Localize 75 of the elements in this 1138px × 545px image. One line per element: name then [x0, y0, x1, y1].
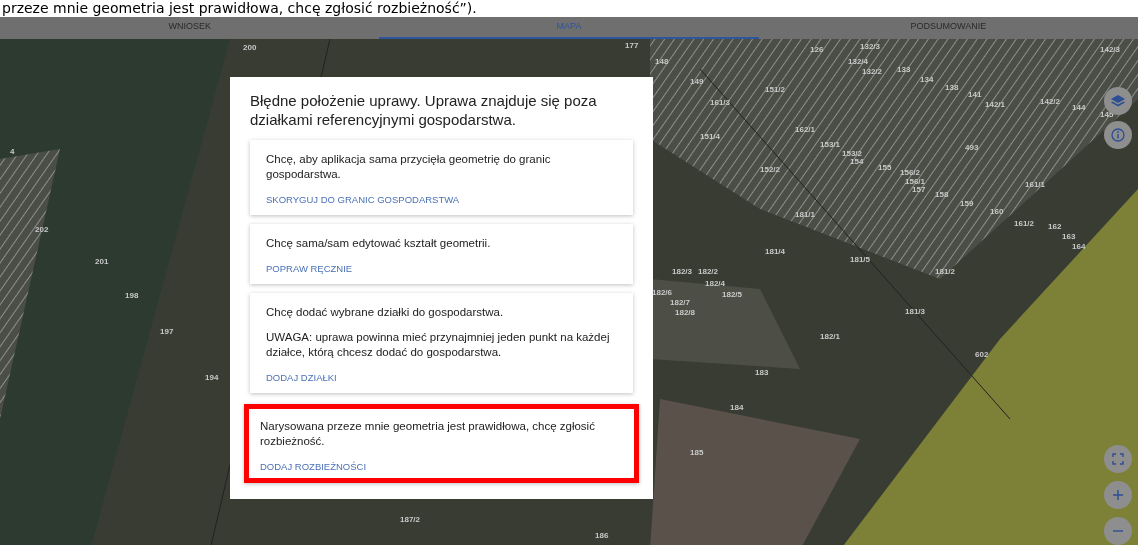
parcel-label: 160 — [990, 207, 1004, 216]
action-link[interactable]: DODAJ DZIAŁKI — [266, 370, 337, 385]
parcel-label: 197 — [160, 327, 174, 336]
parcel-label: 126 — [810, 45, 824, 54]
action-link[interactable]: SKORYGUJ DO GRANIC GOSPODARSTWA — [266, 192, 460, 207]
parcel-label: 182/8 — [675, 308, 696, 317]
parcel-label: 132/3 — [860, 42, 881, 51]
parcel-label: 134 — [920, 75, 934, 84]
parcel-label: 132/2 — [862, 67, 883, 76]
parcel-label: 132/4 — [848, 57, 869, 66]
parcel-label: 142/3 — [1100, 45, 1121, 54]
parcel-label: 187/2 — [400, 515, 421, 524]
parcel-label: 149 — [690, 77, 704, 86]
parcel-label: 158 — [935, 190, 949, 199]
parcel-label: 182/5 — [722, 290, 743, 299]
parcel-label: 182/4 — [705, 279, 726, 288]
tab[interactable]: WNIOSEK — [0, 17, 380, 39]
parcel-label: 182/6 — [652, 288, 673, 297]
parcel-label: 198 — [125, 291, 139, 300]
parcel-label: 159 — [960, 199, 974, 208]
option-text: Narysowana przeze mnie geometria jest prawidłowa, chcę zgłosić rozbieżność. — [260, 419, 596, 449]
parcel-label: 181/2 — [935, 267, 956, 276]
parcel-label: 200 — [243, 43, 257, 52]
dialog-title: Błędne położenie uprawy. Uprawa znajduje się poza działkami referencyjnymi gospodarstwa. — [250, 91, 598, 129]
parcel-label: 164 — [1072, 242, 1086, 251]
parcel-label: 138 — [945, 83, 959, 92]
parcel-label: 183 — [755, 368, 769, 377]
parcel-label: 4 — [10, 147, 15, 156]
parcel-label: 156/1 — [905, 177, 926, 186]
parcel-label: 162 — [1048, 222, 1062, 231]
action-link[interactable]: POPRAW RĘCZNIE — [266, 261, 353, 276]
parcel-label: 602 — [975, 350, 989, 359]
parcel-label: 184 — [730, 403, 744, 412]
parcel-label: 161/2 — [1014, 219, 1035, 228]
parcel-label: 202 — [35, 225, 49, 234]
parcel-label: 153/2 — [842, 149, 863, 158]
parcel-label: 151/4 — [700, 132, 721, 141]
option-text: UWAGA: uprawa powinna mieć przynajmniej jeden punkt na każdej działce, którą chcesz dodać do gospodarstwa. — [266, 330, 611, 360]
parcel-label: 194 — [205, 373, 219, 382]
option-text: Chcę, aby aplikacja sama przycięła geometrię do granic gospodarstwa. — [266, 152, 552, 182]
parcel-label: 181/4 — [765, 247, 786, 256]
parcel-label: 161/3 — [710, 98, 731, 107]
parcel-label: 161/1 — [1025, 180, 1046, 189]
parcel-label: 155 — [878, 163, 892, 172]
parcel-label: 181/3 — [905, 307, 926, 316]
parcel-label: 142/1 — [985, 100, 1006, 109]
parcel-label: 152/2 — [760, 165, 781, 174]
parcel-label: 201 — [95, 257, 109, 266]
parcel-label: 181/1 — [795, 210, 816, 219]
parcel-label: 493 — [965, 143, 979, 152]
parcel-label: 182/3 — [672, 267, 693, 276]
parcel-label: 163 — [1062, 232, 1076, 241]
parcel-label: 141 — [968, 90, 982, 99]
parcel-label: 185 — [690, 448, 704, 457]
parcel-label: 182/2 — [698, 267, 719, 276]
parcel-label: 186 — [595, 531, 609, 540]
parcel-label: 157 — [912, 185, 926, 194]
parcel-label: 182/1 — [820, 332, 841, 341]
option-text: Chcę dodać wybrane działki do gospodarstwa. — [266, 305, 505, 320]
parcel-label: 181/5 — [850, 255, 871, 264]
parcel-label: 144 — [1072, 103, 1086, 112]
caption-text: przeze mnie geometria jest prawidłowa, chcę zgłosić rozbieżność”). — [2, 0, 477, 17]
parcel-label: 156/2 — [900, 168, 921, 177]
parcel-label: 153/1 — [820, 140, 841, 149]
parcel-label: 177 — [625, 41, 639, 50]
parcel-label: 182/7 — [670, 298, 691, 307]
parcel-label: 133 — [897, 65, 911, 74]
parcel-label: 162/1 — [795, 125, 816, 134]
tab[interactable]: PODSUMOWANIE — [758, 17, 1138, 39]
option-text: Chcę sama/sam edytować kształt geometrii. — [266, 236, 492, 251]
parcel-label: 142/2 — [1040, 97, 1061, 106]
parcel-label: 154 — [850, 157, 864, 166]
action-link[interactable]: DODAJ ROZBIEŻNOŚCI — [260, 459, 367, 474]
parcel-label: 148 — [655, 57, 669, 66]
parcel-label: 151/2 — [765, 85, 786, 94]
